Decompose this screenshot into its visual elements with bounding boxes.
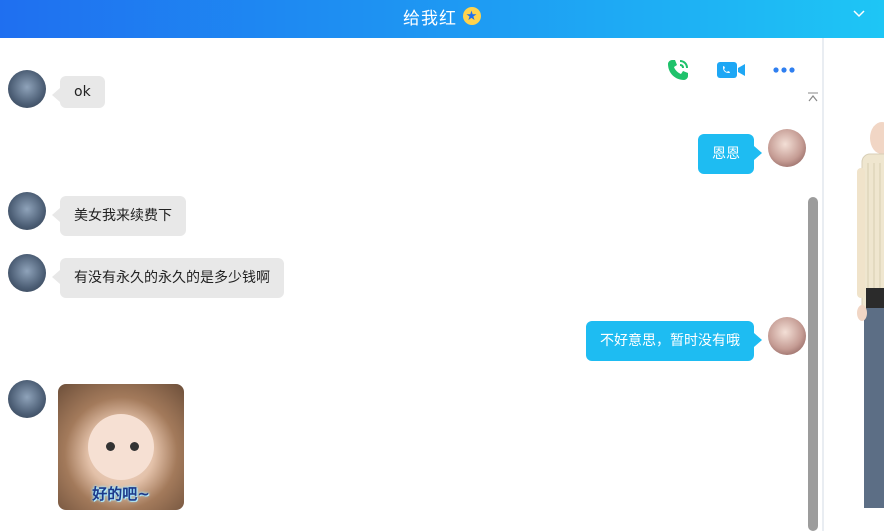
- sticker-eye: [106, 442, 115, 451]
- chat-header: 给我红 ★: [0, 0, 884, 38]
- message-text: ok: [74, 84, 91, 100]
- chevron-down-icon[interactable]: [852, 6, 866, 20]
- scroll-up-icon[interactable]: [806, 91, 820, 103]
- contact-avatar[interactable]: [8, 380, 46, 418]
- chat-title: 给我红: [403, 8, 457, 29]
- message-bubble-left: ok: [52, 76, 105, 108]
- user-avatar[interactable]: [768, 129, 806, 167]
- message-bubble-left: 有没有永久的永久的是多少钱啊: [52, 258, 284, 298]
- phone-call-button[interactable]: [662, 54, 694, 86]
- contact-avatar[interactable]: [8, 254, 46, 292]
- contact-avatar[interactable]: [8, 192, 46, 230]
- user-avatar[interactable]: [768, 317, 806, 355]
- sticker-eye: [130, 442, 139, 451]
- side-panel: [824, 38, 884, 531]
- message-text: 恩恩: [712, 146, 740, 162]
- call-toolbar: [660, 54, 810, 86]
- video-call-icon: [717, 62, 745, 78]
- sticker-face: [88, 414, 154, 480]
- contact-avatar[interactable]: [8, 70, 46, 108]
- message-bubble-right: 恩恩: [698, 134, 762, 174]
- more-icon: [773, 67, 795, 73]
- message-text: 不好意思，暂时没有哦: [600, 333, 740, 349]
- sticker-image[interactable]: 好的吧~: [58, 384, 184, 510]
- sticker-caption: 好的吧~: [92, 485, 150, 503]
- message-text: 美女我来续费下: [74, 208, 172, 224]
- more-button[interactable]: [768, 54, 800, 86]
- star-badge-icon: ★: [463, 7, 481, 25]
- video-call-button[interactable]: [715, 54, 747, 86]
- message-bubble-right: 不好意思，暂时没有哦: [586, 321, 762, 361]
- message-text: 有没有永久的永久的是多少钱啊: [74, 270, 270, 286]
- message-bubble-left: 美女我来续费下: [52, 196, 186, 236]
- scrollbar-thumb[interactable]: [808, 197, 818, 531]
- phone-call-icon: [668, 60, 688, 80]
- message-list: ok 恩恩 美女我来续费下 有没有永久的永久的是多少钱啊 不好意思，暂时没有哦 …: [0, 38, 822, 531]
- chat-title-bar: 给我红 ★: [0, 0, 884, 32]
- figure-illustration: [857, 122, 884, 508]
